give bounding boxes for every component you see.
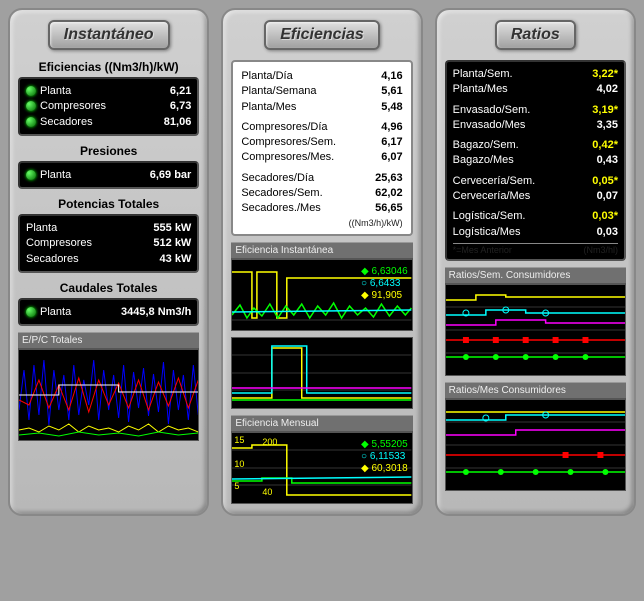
- ratio-row: Bagazo/Mes0,43: [453, 153, 618, 167]
- chart-label-epc: E/P/C Totales: [18, 332, 199, 349]
- led-icon: [26, 170, 36, 180]
- ytick: 5: [234, 481, 239, 491]
- footnote-mes-anterior: *=Mes Anterior: [453, 245, 512, 255]
- chart-ratios-mes[interactable]: [445, 399, 626, 491]
- ratio-row: Planta/Mes4,02: [453, 82, 618, 96]
- box-ratios: Planta/Sem.3,22*Planta/Mes4,02 Envasado/S…: [445, 60, 626, 261]
- ratio-row: Cervecería/Sem.0,05*: [453, 174, 618, 188]
- row-pot-compresores: Compresores 512 kW: [26, 236, 191, 250]
- panel-instantaneo: Instantáneo Eficiencias ((Nm3/h)/kW) Pla…: [8, 8, 209, 516]
- chart-legend: ◆ 5,55205 ○ 6,11533 ◆ 60,3018: [361, 439, 408, 475]
- ratio-row: Bagazo/Sem.0,42*: [453, 138, 618, 152]
- ytick: 15: [234, 435, 244, 445]
- panel-eficiencias: Eficiencias Planta/Día4,16 Planta/Semana…: [221, 8, 422, 516]
- led-icon: [26, 101, 36, 111]
- led-icon: [26, 86, 36, 96]
- chart-label-ratios-sem: Ratios/Sem. Consumidores: [445, 267, 626, 284]
- chart-epc-totales[interactable]: [18, 349, 199, 441]
- row-pot-secadores: Secadores 43 kW: [26, 252, 191, 266]
- row-pres-planta: Planta 6,69 bar: [26, 168, 191, 182]
- box-caudales: Planta 3445,8 Nm3/h: [18, 298, 199, 326]
- ratio-row: Logística/Mes0,03: [453, 225, 618, 239]
- ytick: 10: [234, 459, 244, 469]
- chart-legend: ◆ 6,63046 ○ 6,6433 ◆ 91,905: [361, 266, 408, 302]
- panel-title-ratios[interactable]: Ratios: [495, 20, 576, 50]
- chart-eff-mid[interactable]: [231, 337, 412, 409]
- xtick: 40: [262, 487, 272, 497]
- panel-title-instantaneo[interactable]: Instantáneo: [48, 20, 170, 50]
- led-icon: [26, 117, 36, 127]
- section-presiones: Presiones: [18, 144, 199, 158]
- chart-eff-instantanea[interactable]: ◆ 6,63046 ○ 6,6433 ◆ 91,905: [231, 259, 412, 331]
- ratio-row: Envasado/Mes3,35: [453, 118, 618, 132]
- ratio-row: Envasado/Sem.3,19*: [453, 103, 618, 117]
- box-potencias: Planta 555 kW Compresores 512 kW Secador…: [18, 214, 199, 273]
- panel-title-eficiencias[interactable]: Eficiencias: [264, 20, 380, 50]
- box-eficiencias-inst: Planta 6,21 Compresores 6,73 Secadores 8…: [18, 77, 199, 136]
- row-cau-planta: Planta 3445,8 Nm3/h: [26, 305, 191, 319]
- chart-eff-mensual[interactable]: 15 10 5 200 40 ◆ 5,55205 ○ 6,11533 ◆ 60,…: [231, 432, 412, 504]
- box-eficiencias-periodo: Planta/Día4,16 Planta/Semana5,61 Planta/…: [231, 60, 412, 236]
- section-eficiencias-inst: Eficiencias ((Nm3/h)/kW): [18, 60, 199, 74]
- ratio-row: Cervecería/Mes0,07: [453, 189, 618, 203]
- led-icon: [26, 307, 36, 317]
- chart-label-eff-inst: Eficiencia Instantánea: [231, 242, 412, 259]
- box-presiones: Planta 6,69 bar: [18, 161, 199, 189]
- footnote-unit: ((Nm3/h)/kW): [241, 218, 402, 228]
- row-eff-planta: Planta 6,21: [26, 84, 191, 98]
- ratio-row: Planta/Sem.3,22*: [453, 67, 618, 81]
- section-caudales: Caudales Totales: [18, 281, 199, 295]
- chart-ratios-sem[interactable]: [445, 284, 626, 376]
- ratio-row: Logística/Sem.0,03*: [453, 209, 618, 223]
- chart-label-ratios-mes: Ratios/Mes Consumidores: [445, 382, 626, 399]
- footnote-unit: (Nm3/hl): [583, 245, 618, 255]
- section-potencias: Potencias Totales: [18, 197, 199, 211]
- chart-label-eff-mensual: Eficiencia Mensual: [231, 415, 412, 432]
- panel-ratios: Ratios Planta/Sem.3,22*Planta/Mes4,02 Env…: [435, 8, 636, 516]
- row-eff-compresores: Compresores 6,73: [26, 99, 191, 113]
- xtick: 200: [262, 437, 277, 447]
- row-pot-planta: Planta 555 kW: [26, 221, 191, 235]
- row-eff-secadores: Secadores 81,06: [26, 115, 191, 129]
